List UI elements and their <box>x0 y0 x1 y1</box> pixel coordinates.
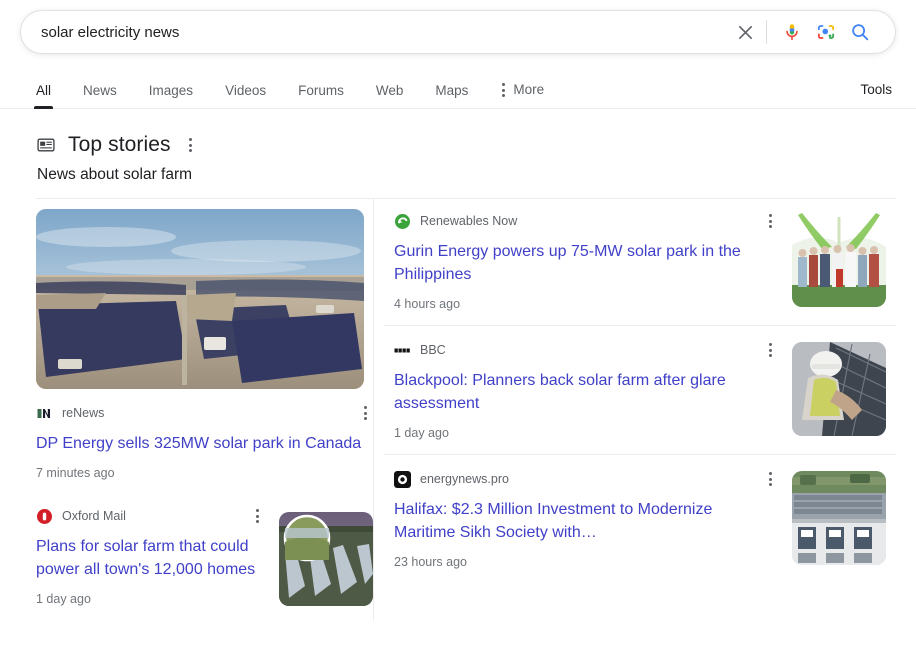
source-row: energynews.pro <box>394 469 778 489</box>
list-item[interactable]: Oxford Mail Plans for solar farm that co… <box>36 494 373 620</box>
story-body: Oxford Mail Plans for solar farm that co… <box>36 506 373 606</box>
more-kebab-icon <box>500 83 507 97</box>
voice-search-button[interactable] <box>775 15 809 49</box>
google-lens-button[interactable] <box>809 15 843 49</box>
story-text: energynews.pro Halifax: $2.3 Million Inv… <box>394 469 778 569</box>
search-icon <box>852 24 869 41</box>
top-stories-menu-button[interactable] <box>183 135 198 155</box>
oxford-mail-favicon-icon <box>36 508 53 525</box>
search-bar-container <box>0 0 916 54</box>
search-submit-button[interactable] <box>843 15 877 49</box>
list-item[interactable]: energynews.pro Halifax: $2.3 Million Inv… <box>384 454 896 583</box>
renews-favicon-icon <box>36 404 53 422</box>
story-text: Renewables Now Gurin Energy powers up 75… <box>394 211 778 311</box>
tab-more-label: More <box>513 82 545 98</box>
top-stories-header: Top stories News about solar farm <box>0 109 916 184</box>
tab-more[interactable]: More <box>484 83 560 108</box>
list-item[interactable]: Renewables Now Gurin Energy powers up 75… <box>384 199 896 325</box>
close-icon <box>738 25 752 39</box>
top-stories-title-row: Top stories <box>36 133 896 157</box>
stories-left-column: reNews DP Energy sells 325MW solar park … <box>36 199 373 620</box>
page-title: Top stories <box>68 133 171 156</box>
search-input[interactable] <box>21 23 728 41</box>
tab-images[interactable]: Images <box>133 83 209 109</box>
tools-button[interactable]: Tools <box>860 82 896 108</box>
source-name: Renewables Now <box>420 214 518 228</box>
hero-story-image <box>36 209 364 389</box>
clear-search-button[interactable] <box>728 15 762 49</box>
story-menu-button[interactable] <box>763 469 778 489</box>
story-menu-button[interactable] <box>358 403 373 423</box>
renewables-now-favicon-icon <box>394 213 411 230</box>
story-headline[interactable]: DP Energy sells 325MW solar park in Cana… <box>36 432 373 455</box>
story-thumbnail <box>279 512 373 606</box>
story-body: Renewables Now Gurin Energy powers up 75… <box>394 211 886 311</box>
story-menu-button[interactable] <box>763 340 778 360</box>
search-tabs-bar: All News Images Videos Forums Web Maps M… <box>0 71 916 109</box>
search-divider <box>766 20 767 44</box>
story-text: Oxford Mail Plans for solar farm that co… <box>36 506 265 606</box>
stories-right-column: Renewables Now Gurin Energy powers up 75… <box>373 199 896 620</box>
source-name: Oxford Mail <box>62 509 126 523</box>
story-body: BBC Blackpool: Planners back solar farm … <box>394 340 886 440</box>
story-timestamp: 1 day ago <box>36 592 91 606</box>
search-box[interactable] <box>20 10 896 54</box>
story-headline[interactable]: Blackpool: Planners back solar farm afte… <box>394 369 778 415</box>
story-thumbnail <box>792 213 886 307</box>
source-name: reNews <box>62 406 105 420</box>
story-timestamp: 1 day ago <box>394 426 449 440</box>
microphone-icon <box>786 24 798 41</box>
top-stories-grid: reNews DP Energy sells 325MW solar park … <box>36 198 896 620</box>
story-menu-button[interactable] <box>250 506 265 526</box>
story-headline[interactable]: Plans for solar farm that could power al… <box>36 535 265 581</box>
tab-videos[interactable]: Videos <box>209 83 282 109</box>
story-thumbnail <box>792 471 886 565</box>
story-body: energynews.pro Halifax: $2.3 Million Inv… <box>394 469 886 569</box>
tab-all[interactable]: All <box>20 83 67 109</box>
story-headline[interactable]: Gurin Energy powers up 75-MW solar park … <box>394 240 778 286</box>
google-lens-icon <box>817 25 835 39</box>
source-name: energynews.pro <box>420 472 509 486</box>
energynews-favicon-icon <box>394 470 411 488</box>
list-item[interactable]: BBC Blackpool: Planners back solar farm … <box>384 325 896 454</box>
story-timestamp: 23 hours ago <box>394 555 467 569</box>
source-row: reNews <box>36 403 373 423</box>
tab-maps[interactable]: Maps <box>419 83 484 109</box>
source-row: Renewables Now <box>394 211 778 231</box>
bbc-favicon-icon <box>394 341 411 359</box>
tab-forums[interactable]: Forums <box>282 83 360 109</box>
source-name: BBC <box>420 343 446 357</box>
source-row: BBC <box>394 340 778 360</box>
hero-story-card[interactable]: reNews DP Energy sells 325MW solar park … <box>36 199 373 494</box>
tab-news[interactable]: News <box>67 83 133 109</box>
tab-web[interactable]: Web <box>360 83 420 109</box>
story-thumbnail <box>792 342 886 436</box>
newspaper-icon <box>37 138 55 152</box>
search-actions <box>728 15 895 49</box>
source-row: Oxford Mail <box>36 506 265 526</box>
top-stories-subtitle: News about solar farm <box>37 166 193 183</box>
story-text: BBC Blackpool: Planners back solar farm … <box>394 340 778 440</box>
story-headline[interactable]: Halifax: $2.3 Million Investment to Mode… <box>394 498 778 544</box>
story-menu-button[interactable] <box>763 211 778 231</box>
hero-story-meta[interactable]: reNews DP Energy sells 325MW solar park … <box>36 389 373 494</box>
search-tabs: All News Images Videos Forums Web Maps M… <box>20 83 560 109</box>
story-timestamp: 7 minutes ago <box>36 466 115 480</box>
story-timestamp: 4 hours ago <box>394 297 461 311</box>
